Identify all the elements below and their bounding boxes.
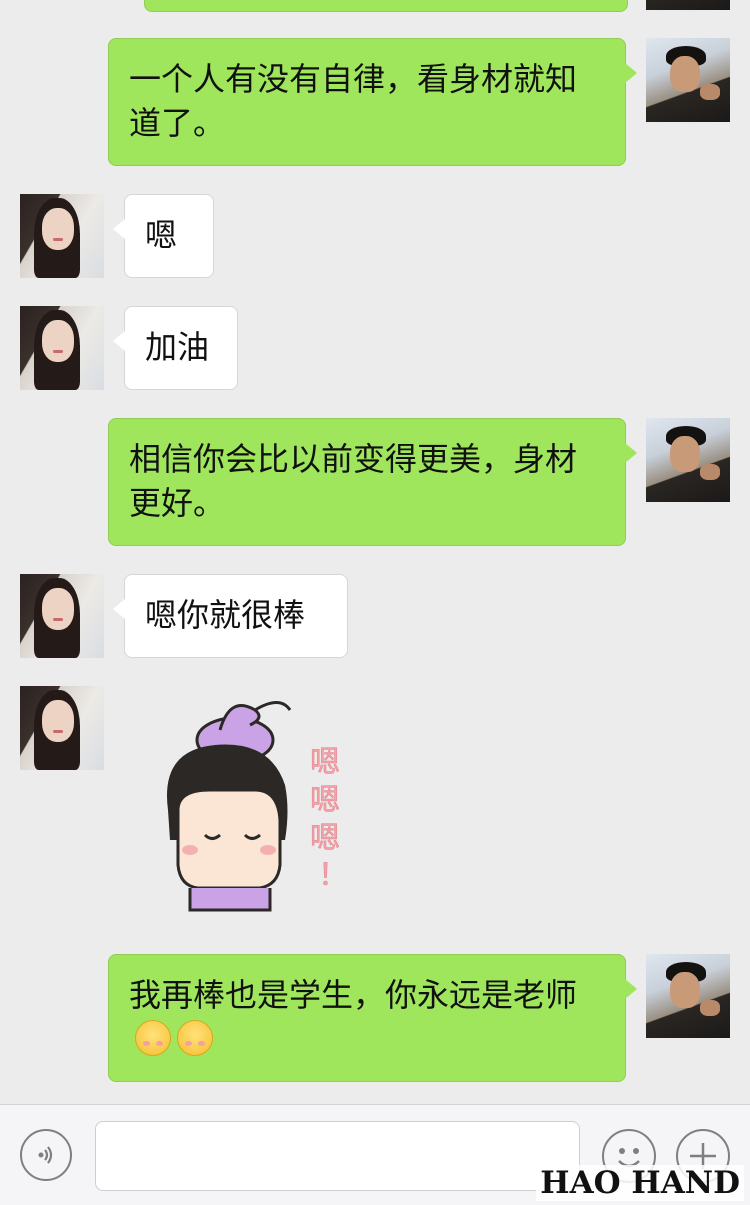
previous-message-bubble[interactable] <box>144 0 628 12</box>
my-avatar[interactable] <box>646 954 730 1038</box>
chat-area[interactable]: 一个人有没有自律，看身材就知道了。 嗯 加油 相信你会比以前变得更美，身材更好。… <box>0 0 750 1104</box>
voice-button[interactable] <box>20 1129 72 1181</box>
my-avatar[interactable] <box>646 0 730 10</box>
message-text: 嗯 <box>145 216 178 254</box>
sticker-char-2: 嗯 <box>310 783 340 818</box>
sticker-char-4: ！ <box>318 858 348 893</box>
message-bubble-received[interactable]: 嗯 <box>113 194 214 278</box>
smiling-blush-emoji <box>177 1020 213 1056</box>
my-avatar[interactable] <box>646 38 730 122</box>
watermark-logo: HAO HAND <box>536 1165 744 1201</box>
sticker-image[interactable]: 嗯 嗯 嗯 ！ <box>150 690 360 920</box>
my-avatar[interactable] <box>646 418 730 502</box>
contact-avatar[interactable] <box>20 574 104 658</box>
sticker-char-1: 嗯 <box>310 745 340 780</box>
message-text: 一个人有没有自律，看身材就知道了。 <box>129 60 578 142</box>
sticker-text: 嗯 嗯 嗯 ！ <box>310 745 350 893</box>
message-text: 相信你会比以前变得更美，身材更好。 <box>129 440 578 522</box>
voice-icon <box>38 1146 53 1164</box>
contact-avatar[interactable] <box>20 194 104 278</box>
input-toolbar: HAO HAND <box>0 1104 750 1205</box>
message-text: 嗯你就很棒 <box>145 596 306 634</box>
message-bubble-sent[interactable]: 相信你会比以前变得更美，身材更好。 <box>108 418 637 546</box>
message-input[interactable] <box>95 1121 580 1191</box>
message-text: 我再棒也是学生，你永远是老师 <box>129 976 578 1014</box>
contact-avatar[interactable] <box>20 686 104 770</box>
message-bubble-sent[interactable]: 一个人有没有自律，看身材就知道了。 <box>108 38 637 166</box>
message-bubble-sent[interactable]: 我再棒也是学生，你永远是老师 <box>108 954 637 1082</box>
message-bubble-received[interactable]: 嗯你就很棒 <box>113 574 348 658</box>
message-text: 加油 <box>145 328 210 366</box>
contact-avatar[interactable] <box>20 306 104 390</box>
sticker-char-3: 嗯 <box>310 821 340 856</box>
message-bubble-received[interactable]: 加油 <box>113 306 238 390</box>
smiling-blush-emoji <box>135 1020 171 1056</box>
